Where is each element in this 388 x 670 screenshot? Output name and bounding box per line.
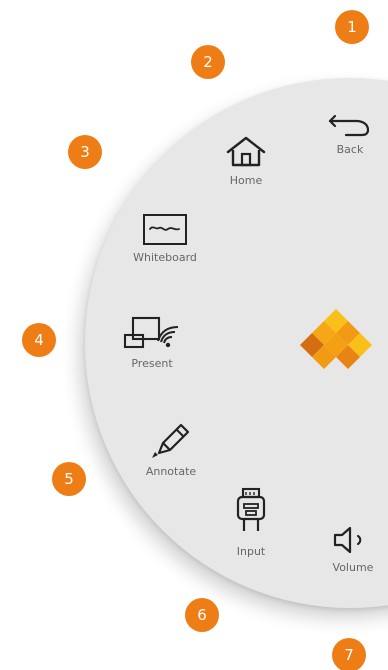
home-menu-item[interactable]: Home (222, 134, 270, 187)
back-arrow-icon (326, 109, 374, 139)
annotate-menu-item[interactable]: Annotate (145, 415, 197, 478)
input-label: Input (236, 545, 266, 558)
marker-3: 3 (68, 135, 102, 169)
back-label: Back (336, 143, 364, 156)
annotate-label: Annotate (145, 465, 197, 478)
present-menu-item[interactable]: Present (121, 315, 183, 370)
back-menu-item[interactable]: Back (326, 109, 374, 156)
input-menu-item[interactable]: Input (229, 487, 273, 558)
marker-1: 1 (335, 10, 369, 44)
diamond-logo-icon[interactable] (300, 305, 372, 377)
marker-2: 2 (191, 45, 225, 79)
pen-icon (145, 415, 197, 461)
marker-7: 7 (332, 638, 366, 670)
present-label: Present (131, 357, 173, 370)
marker-6: 6 (185, 598, 219, 632)
speaker-icon (328, 523, 378, 557)
whiteboard-menu-item[interactable]: Whiteboard (129, 213, 201, 264)
marker-4: 4 (22, 323, 56, 357)
whiteboard-label: Whiteboard (133, 251, 197, 264)
radial-menu-canvas: 1 2 3 4 5 6 7 Back Home Whiteboard Prese… (0, 0, 388, 670)
volume-menu-item[interactable]: Volume (328, 523, 378, 574)
whiteboard-icon (129, 213, 201, 247)
present-icon (121, 315, 183, 353)
home-label: Home (229, 174, 263, 187)
home-icon (222, 134, 270, 170)
volume-label: Volume (332, 561, 374, 574)
marker-5: 5 (52, 462, 86, 496)
hdmi-plug-icon (229, 487, 273, 541)
